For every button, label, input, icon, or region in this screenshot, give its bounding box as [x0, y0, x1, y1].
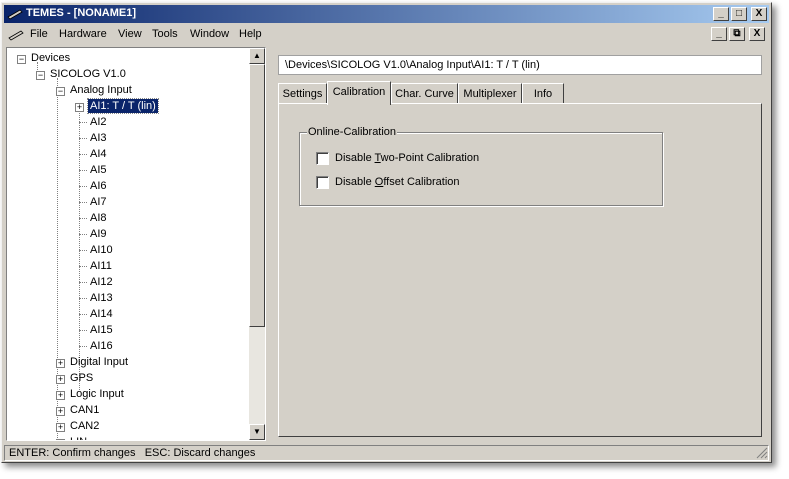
window-title: TEMES - [NONAME1] — [26, 7, 136, 19]
menu-view[interactable]: View — [118, 28, 142, 40]
tree-connector — [79, 346, 87, 347]
tree-node-channel[interactable]: AI10 — [90, 242, 113, 258]
tree-node-channel[interactable]: AI12 — [90, 274, 113, 290]
minimize-button[interactable]: _ — [713, 7, 729, 21]
tree-expand-toggle[interactable]: + — [56, 359, 65, 368]
tree-node-channel[interactable]: AI14 — [90, 306, 113, 322]
disable-offset-checkbox[interactable] — [316, 176, 329, 189]
tree-connector — [79, 282, 87, 283]
tree-collapse-toggle[interactable]: − — [17, 55, 26, 64]
tree-node-channel[interactable]: AI6 — [90, 178, 107, 194]
tree-node-channel[interactable]: AI13 — [90, 290, 113, 306]
tab-settings[interactable]: Settings — [278, 83, 327, 103]
tree-connector — [79, 122, 87, 123]
tree-connector — [79, 234, 87, 235]
tab-info[interactable]: Info — [522, 83, 564, 103]
tree-node-channel[interactable]: AI11 — [90, 258, 112, 274]
tree-connector — [79, 218, 87, 219]
tree-node-channel[interactable]: AI7 — [90, 194, 107, 210]
tree-connector — [79, 298, 87, 299]
tab-char-curve[interactable]: Char. Curve — [391, 83, 458, 103]
app-window: TEMES - [NONAME1] _ □ X File Hardware Vi… — [1, 2, 772, 463]
tab-calibration[interactable]: Calibration — [327, 81, 391, 105]
path-field: \Devices\SICOLOG V1.0\Analog Input\AI1: … — [278, 55, 762, 75]
tree-collapse-toggle[interactable]: − — [56, 87, 65, 96]
tree-expand-toggle[interactable]: + — [56, 423, 65, 432]
tree-expand-toggle[interactable]: + — [56, 391, 65, 400]
tree-node-channel[interactable]: AI15 — [90, 322, 113, 338]
tree-node-group-partial[interactable]: LIN — [70, 434, 87, 440]
tree-connector — [79, 330, 87, 331]
tree-node-channel[interactable]: AI8 — [90, 210, 107, 226]
maximize-button[interactable]: □ — [731, 7, 747, 21]
device-tree[interactable]: − Devices − SICOLOG V1.0 − Analog Input … — [6, 47, 266, 441]
menu-hardware[interactable]: Hardware — [59, 28, 107, 40]
tree-expand-toggle[interactable]: + — [75, 103, 84, 112]
tree-connector — [79, 202, 87, 203]
tree-node-group[interactable]: Digital Input — [70, 354, 128, 370]
tab-multiplexer[interactable]: Multiplexer — [458, 83, 522, 103]
menu-tools[interactable]: Tools — [152, 28, 178, 40]
tree-node-group[interactable]: Logic Input — [70, 386, 124, 402]
tree-node-channel[interactable]: AI5 — [90, 162, 107, 178]
tree-node-channel[interactable]: AI3 — [90, 130, 107, 146]
menu-file[interactable]: File — [30, 28, 48, 40]
document-icon[interactable] — [8, 29, 24, 41]
tree-expand-toggle[interactable]: + — [56, 439, 65, 440]
tree-connector — [79, 186, 87, 187]
tree-connector — [79, 138, 87, 139]
disable-two-point-checkbox[interactable] — [316, 152, 329, 165]
tree-node-group[interactable]: CAN1 — [70, 402, 99, 418]
tree-node-analog-input[interactable]: Analog Input — [70, 82, 132, 98]
tree-expand-toggle[interactable]: + — [56, 375, 65, 384]
tree-scrollbar[interactable]: ▲ ▼ — [249, 48, 265, 440]
title-bar[interactable]: TEMES - [NONAME1] _ □ X — [4, 5, 769, 23]
scroll-up-button[interactable]: ▲ — [249, 48, 265, 64]
tree-collapse-toggle[interactable]: − — [36, 71, 45, 80]
tree-node-channel[interactable]: AI4 — [90, 146, 107, 162]
tree-node-group[interactable]: GPS — [70, 370, 93, 386]
close-button[interactable]: X — [751, 7, 767, 21]
tree-connector — [79, 250, 87, 251]
tree-connector — [79, 266, 87, 267]
group-title: Online-Calibration — [307, 126, 398, 138]
mdi-close-button[interactable]: X — [749, 27, 765, 41]
disable-offset-label[interactable]: Disable Offset Calibration — [335, 175, 460, 189]
online-calibration-group: Online-Calibration Disable Two-Point Cal… — [299, 126, 663, 206]
tree-node-group[interactable]: CAN2 — [70, 418, 99, 434]
resize-grip-icon[interactable] — [756, 447, 768, 459]
scroll-thumb[interactable] — [249, 64, 265, 327]
tree-node-channel[interactable]: AI9 — [90, 226, 107, 242]
status-bar: ENTER: Confirm changes ESC: Discard chan… — [4, 445, 769, 461]
calibration-page: Online-Calibration Disable Two-Point Cal… — [278, 103, 762, 437]
tree-connector — [79, 314, 87, 315]
tree-node-selected[interactable]: AI1: T / T (lin) — [87, 98, 159, 114]
mdi-minimize-button[interactable]: _ — [711, 27, 727, 41]
menu-window[interactable]: Window — [190, 28, 229, 40]
tree-expand-toggle[interactable]: + — [56, 407, 65, 416]
disable-two-point-label[interactable]: Disable Two-Point Calibration — [335, 151, 479, 165]
tree-node-devices[interactable]: Devices — [31, 50, 70, 66]
tree-node-device[interactable]: SICOLOG V1.0 — [50, 66, 126, 82]
tree-connector — [79, 154, 87, 155]
mdi-controls: _ ⧉ X — [711, 27, 765, 41]
tree-connector — [79, 170, 87, 171]
menu-help[interactable]: Help — [239, 28, 262, 40]
mdi-restore-button[interactable]: ⧉ — [729, 27, 745, 41]
tree-node-channel[interactable]: AI2 — [90, 114, 107, 130]
app-logo-icon — [7, 9, 23, 20]
tree-node-channel[interactable]: AI16 — [90, 338, 113, 354]
menu-bar: File Hardware View Tools Window Help _ ⧉… — [4, 25, 769, 45]
window-controls: _ □ X — [713, 7, 767, 21]
tree-connector — [57, 78, 58, 440]
details-panel: \Devices\SICOLOG V1.0\Analog Input\AI1: … — [272, 47, 769, 441]
scroll-down-button[interactable]: ▼ — [249, 424, 265, 440]
